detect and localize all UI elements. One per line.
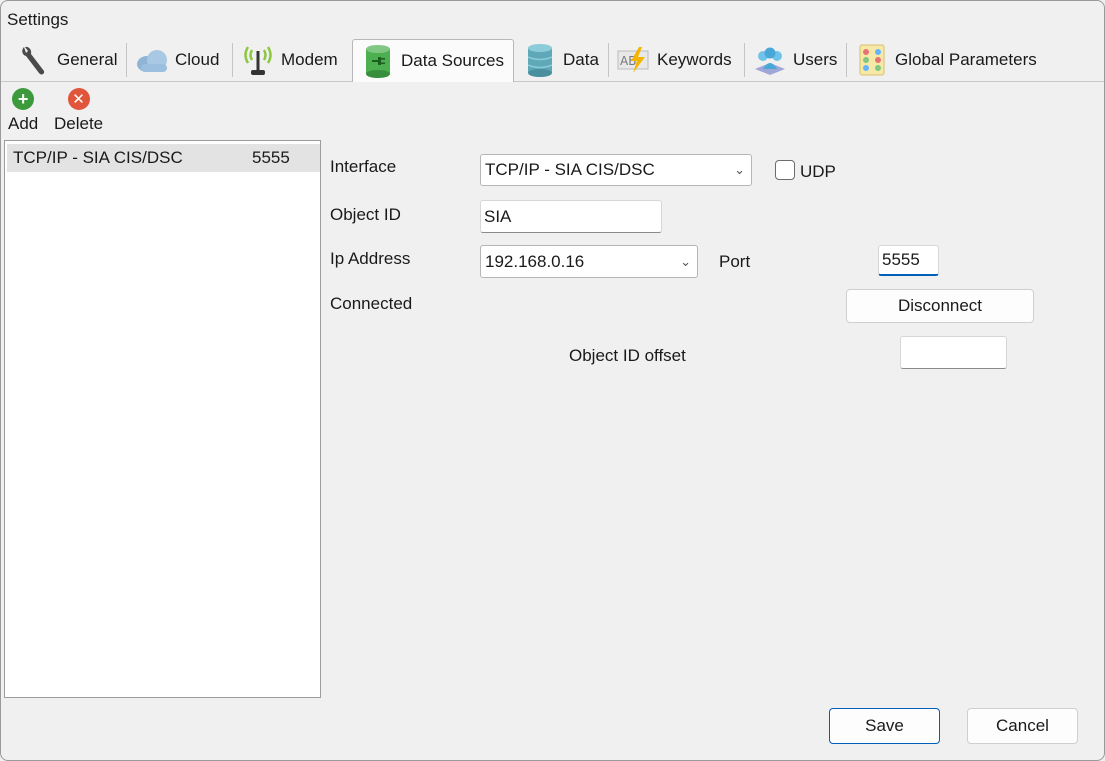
- port-label: Port: [719, 252, 751, 271]
- tab-label: Cloud: [175, 50, 220, 69]
- tab-general[interactable]: General: [9, 39, 125, 81]
- plus-icon: +: [12, 88, 35, 110]
- add-label: Add: [8, 114, 39, 133]
- delete-button[interactable]: ✕ Delete: [54, 88, 103, 134]
- interface-select[interactable]: TCP/IP - SIA CIS/DSC ⌄: [480, 154, 752, 186]
- window-title: Settings: [7, 10, 69, 29]
- database-icon: [523, 43, 557, 77]
- antenna-icon: [241, 43, 275, 77]
- chevron-down-icon: ⌄: [734, 162, 745, 177]
- tab-label: Keywords: [657, 50, 732, 69]
- connection-status: Connected: [330, 294, 413, 313]
- delete-label: Delete: [54, 114, 104, 133]
- interface-value: TCP/IP - SIA CIS/DSC: [485, 160, 655, 179]
- object-id-field[interactable]: SIA: [480, 200, 662, 233]
- tab-label: Data: [563, 50, 599, 69]
- object-id-offset-label: Object ID offset: [569, 346, 686, 365]
- cloud-icon: [135, 43, 169, 77]
- port-value: 5555: [882, 250, 920, 269]
- users-icon: [753, 43, 787, 77]
- source-port: 5555: [252, 148, 290, 167]
- wrench-icon: [17, 43, 51, 77]
- tab-label: Data Sources: [401, 51, 504, 70]
- ip-address-select[interactable]: 192.168.0.16 ⌄: [480, 245, 698, 278]
- add-button[interactable]: + Add: [8, 88, 38, 134]
- list-item[interactable]: TCP/IP - SIA CIS/DSC 5555: [7, 144, 320, 172]
- interface-label: Interface: [330, 157, 397, 176]
- abc-lightning-icon: AB: [617, 43, 651, 77]
- udp-label: UDP: [800, 162, 836, 181]
- udp-checkbox[interactable]: [775, 160, 795, 180]
- source-name: TCP/IP - SIA CIS/DSC: [13, 148, 183, 167]
- tab-label: Global Parameters: [895, 50, 1037, 69]
- tab-global-parameters[interactable]: Global Parameters: [847, 39, 1047, 81]
- port-field[interactable]: 5555: [878, 245, 939, 276]
- ip-address-value: 192.168.0.16: [485, 251, 585, 271]
- tab-users[interactable]: Users: [745, 39, 845, 81]
- tab-label: Modem: [281, 50, 338, 69]
- tab-label: Users: [793, 50, 838, 69]
- object-id-label: Object ID: [330, 205, 401, 224]
- tab-label: General: [57, 50, 118, 69]
- disconnect-button[interactable]: Disconnect: [846, 289, 1034, 323]
- grid-parameters-icon: [855, 43, 889, 77]
- object-id-offset-field[interactable]: [900, 336, 1007, 369]
- tab-modem[interactable]: Modem: [233, 39, 351, 81]
- data-source-list[interactable]: TCP/IP - SIA CIS/DSC 5555: [4, 140, 321, 698]
- cancel-button[interactable]: Cancel: [967, 708, 1078, 744]
- database-plug-icon: [361, 44, 395, 78]
- ip-address-label: Ip Address: [330, 249, 411, 268]
- tab-bar: General Cloud Modem Data Sources Data AB…: [9, 39, 1104, 82]
- tab-cloud[interactable]: Cloud: [127, 39, 231, 81]
- tab-data[interactable]: Data: [515, 39, 607, 81]
- chevron-down-icon: ⌄: [680, 253, 691, 269]
- close-icon: ✕: [67, 88, 90, 110]
- tab-divider: [1, 81, 1104, 82]
- object-id-value: SIA: [484, 206, 512, 226]
- tab-data-sources[interactable]: Data Sources: [352, 39, 514, 82]
- save-button[interactable]: Save: [829, 708, 940, 744]
- tab-keywords[interactable]: AB Keywords: [609, 39, 743, 81]
- settings-window: Settings General Cloud Modem Data Source…: [0, 0, 1105, 761]
